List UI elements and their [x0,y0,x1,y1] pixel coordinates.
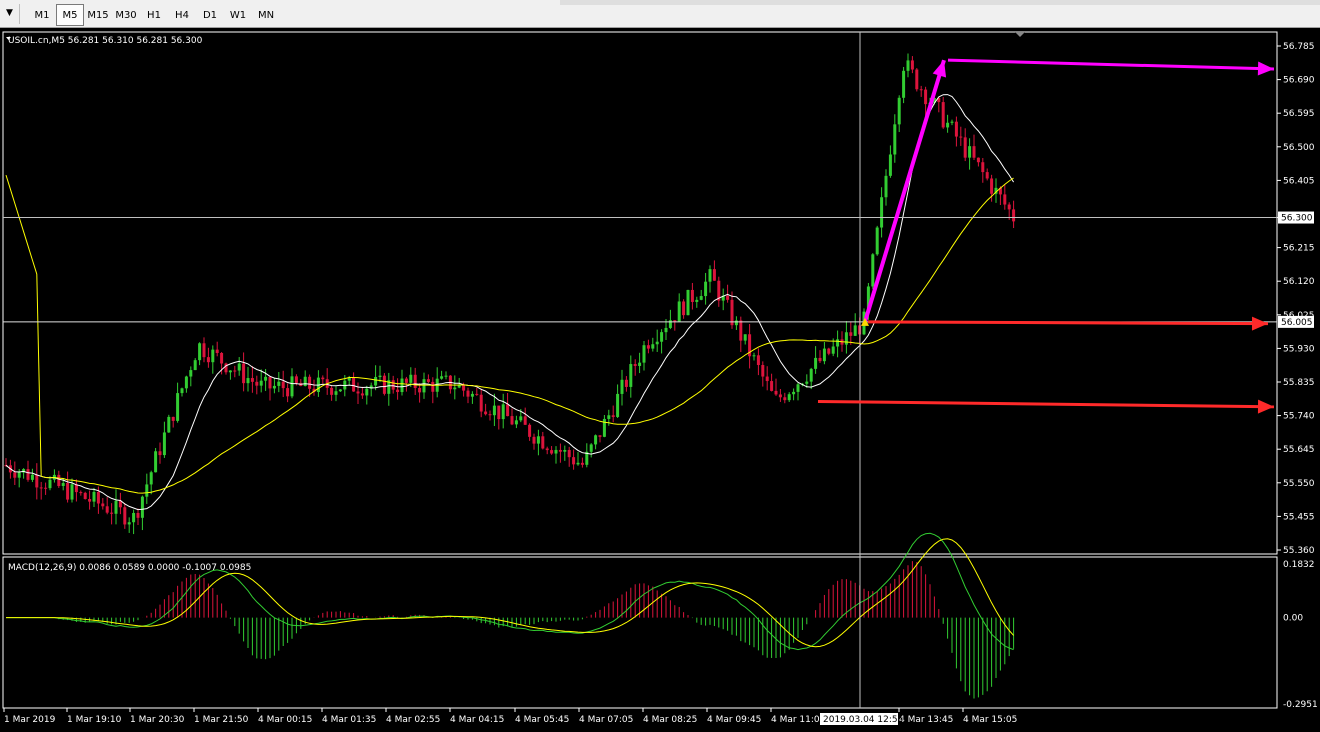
price-axis-label: 56.690 [1283,76,1315,86]
time-axis-label: 4 Mar 08:25 [643,715,697,725]
timeframe-m5-button[interactable]: M5 [56,4,84,26]
time-axis-label: 4 Mar 15:05 [963,715,1017,725]
chart-header: USOIL.cn,M5 56.281 56.310 56.281 56.300 [8,36,203,46]
price-axis-label: 56.120 [1283,277,1315,287]
price-axis-label: 55.360 [1283,546,1315,556]
price-axis-label: 56.215 [1283,244,1315,254]
timeframe-h1-button[interactable]: H1 [140,4,168,26]
time-axis-label: 4 Mar 09:45 [707,715,761,725]
time-axis-label: 1 Mar 20:30 [130,715,185,725]
current-price-tag: 56.300 [1281,214,1313,224]
candle [871,253,875,290]
timeframe-w1-button[interactable]: W1 [224,4,252,26]
price-axis-label: 55.930 [1283,344,1315,354]
time-axis-label: 4 Mar 02:55 [386,715,440,725]
candle [382,373,386,396]
time-axis-label: 4 Mar 04:15 [450,715,504,725]
candle [83,491,87,500]
timeframe-m1-button[interactable]: M1 [28,4,56,26]
time-axis-label: 4 Mar 13:45 [899,715,953,725]
candle [915,68,919,92]
timeframe-h4-button[interactable]: H4 [168,4,196,26]
time-axis-label: 1 Mar 19:10 [67,715,122,725]
time-axis-label: 4 Mar 11:05 [771,715,825,725]
time-axis-label: 1 Mar 21:50 [194,715,249,725]
time-axis-label: 4 Mar 01:35 [322,715,376,725]
timeframe-mn-button[interactable]: MN [252,4,280,26]
time-axis-label: 4 Mar 07:05 [579,715,633,725]
price-axis-label: 55.455 [1283,512,1315,522]
price-axis-label: 55.835 [1283,378,1315,388]
timeframe-toolbar: ▼ M1 M5 M15 M30 H1 H4 D1 W1 MN [0,0,1320,28]
price-axis-label: 55.740 [1283,412,1315,422]
macd-axis-label: -0.2951 [1283,700,1318,710]
time-axis-label: 1 Mar 2019 [4,715,56,725]
price-axis-label: 55.645 [1283,445,1315,455]
time-axis-label: 4 Mar 05:45 [515,715,569,725]
price-axis-label: 56.785 [1283,42,1315,52]
dropdown-arrow-icon: ▼ [6,8,13,18]
time-axis-label: 4 Mar 00:15 [258,715,312,725]
toolbar-top-strip [560,0,1320,5]
timeframe-m15-button[interactable]: M15 [84,4,112,26]
macd-axis-label: 0.1832 [1283,560,1315,570]
chart-window[interactable]: 56.785 56.690 56.595 56.500 56.405 56.300 56.2… [0,28,1320,732]
chart-background [0,28,1320,732]
price-axis-label: 56.405 [1283,176,1315,186]
crosshair-time-tag: 2019.03.04 12:55 [823,715,903,725]
candle [686,289,690,316]
level-price-tag: 56.005 [1281,318,1313,328]
macd-header: MACD(12,26,9) 0.0086 0.0589 0.0000 -0.10… [8,563,251,573]
timeframe-d1-button[interactable]: D1 [196,4,224,26]
macd-axis-label: 0.00 [1283,614,1303,624]
candle [154,447,158,473]
price-axis-label: 56.500 [1283,143,1315,153]
candle [902,66,906,104]
toolbar-dropdown-button[interactable]: ▼ [0,4,20,24]
candle [875,225,879,256]
price-axis-label: 55.550 [1283,479,1315,489]
timeframe-m30-button[interactable]: M30 [112,4,140,26]
timeframe-buttons: M1 M5 M15 M30 H1 H4 D1 W1 MN [28,4,280,26]
price-axis-label: 56.595 [1283,109,1315,119]
candle [167,414,171,433]
